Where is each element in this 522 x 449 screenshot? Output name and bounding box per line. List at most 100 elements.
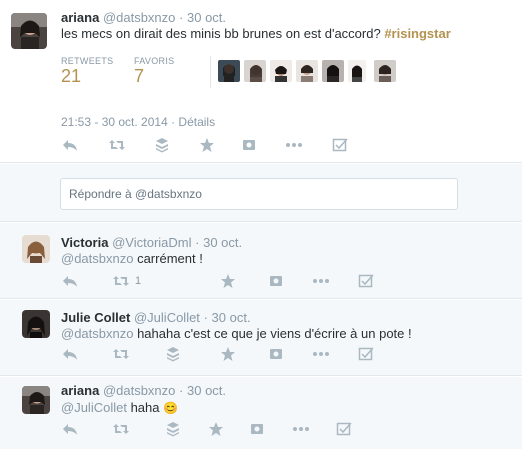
separator-dot: · (179, 383, 184, 398)
checkbox-button[interactable] (358, 346, 374, 362)
favoriter-avatar[interactable] (218, 60, 240, 82)
tweet-date[interactable]: 30 oct. (187, 383, 226, 398)
retweet-button[interactable] (112, 346, 130, 362)
reply-icon (63, 276, 77, 287)
smiley-emoji: 😊 (163, 401, 179, 415)
photo-button[interactable] (242, 137, 256, 153)
more-dots-icon (293, 427, 309, 431)
star-icon (200, 138, 214, 152)
favoriter-avatar[interactable] (296, 60, 318, 82)
image-icon (243, 140, 255, 150)
more-button[interactable] (292, 421, 310, 437)
mention-link[interactable]: @datsbxnzo (61, 251, 133, 266)
checkbox-icon (336, 422, 352, 436)
favoriter-avatar[interactable] (270, 60, 292, 82)
tweet-text-body: hahaha c'est ce que je viens d'écrire à … (133, 326, 412, 341)
photo-button[interactable] (269, 346, 283, 362)
retweet-icon (109, 140, 125, 150)
author-handle[interactable]: @datsbxnzo (103, 10, 175, 25)
retweet-icon (113, 424, 129, 434)
favorite-button[interactable] (220, 346, 236, 362)
more-dots-icon (286, 143, 302, 147)
reply-input[interactable]: Répondre à @datsbxnzo (60, 178, 458, 210)
tweet-date[interactable]: 30 oct. (212, 310, 251, 325)
checkbox-button[interactable] (332, 137, 348, 153)
tweet-header: Julie Collet @JuliCollet · 30 oct. (61, 310, 251, 325)
tweet-header: Victoria @VictoriaDml · 30 oct. (61, 235, 242, 250)
author-handle[interactable]: @datsbxnzo (103, 383, 175, 398)
stack-icon (167, 347, 179, 362)
favorite-button[interactable] (220, 273, 236, 289)
favoriter-avatar[interactable] (244, 60, 266, 82)
more-dots-icon (313, 279, 329, 283)
hashtag-link[interactable]: #risingstar (384, 26, 450, 41)
tweet-date[interactable]: 30 oct. (203, 235, 242, 250)
more-button[interactable] (285, 137, 303, 153)
tweet-text: les mecs on dirait des minis bb brunes o… (61, 26, 451, 41)
more-button[interactable] (312, 273, 330, 289)
favoriter-avatar[interactable] (348, 60, 366, 82)
favorites-count[interactable]: 7 (134, 66, 144, 87)
retweet-button[interactable] (108, 137, 126, 153)
author-name[interactable]: Julie Collet (61, 310, 130, 325)
avatar[interactable] (11, 13, 47, 49)
author-handle[interactable]: @VictoriaDml (112, 235, 191, 250)
avatar[interactable] (22, 235, 50, 263)
reply-icon (63, 349, 77, 360)
avatar[interactable] (22, 386, 50, 414)
checkbox-button[interactable] (358, 273, 374, 289)
separator-dot: · (203, 310, 208, 325)
separator-dot: · (195, 235, 200, 250)
stack-icon (156, 138, 168, 153)
stats-divider (210, 56, 211, 88)
tweet-text-body: carrément ! (133, 251, 203, 266)
checkbox-icon (358, 274, 374, 288)
tweet-header: ariana @datsbxnzo · 30 oct. (61, 10, 226, 25)
star-icon (221, 347, 235, 361)
stack-icon (167, 422, 179, 437)
favorite-button[interactable] (199, 137, 215, 153)
author-name[interactable]: ariana (61, 10, 99, 25)
photo-button[interactable] (250, 421, 264, 437)
reply-composer: Répondre à @datsbxnzo (0, 164, 522, 222)
buffer-button[interactable] (166, 346, 180, 362)
star-icon (209, 422, 223, 436)
separator-dot: · (179, 10, 184, 25)
tweet-timestamp[interactable]: 21:53 - 30 oct. 2014 · Détails (61, 115, 215, 129)
favoriter-avatar[interactable] (322, 60, 344, 82)
retweet-button[interactable] (112, 421, 130, 437)
favoriter-avatar[interactable] (374, 60, 396, 82)
author-name[interactable]: ariana (61, 383, 99, 398)
photo-button[interactable] (269, 273, 283, 289)
retweets-count[interactable]: 21 (61, 66, 81, 87)
tweet-date[interactable]: 30 oct. (187, 10, 226, 25)
retweet-button[interactable]: 1 (112, 273, 141, 289)
reply-button[interactable] (62, 421, 78, 437)
reply-button[interactable] (62, 346, 78, 362)
checkbox-button[interactable] (336, 421, 352, 437)
more-dots-icon (313, 352, 329, 356)
reply-tweet: Julie Collet @JuliCollet · 30 oct. @dats… (0, 300, 522, 376)
reply-tweet: Victoria @VictoriaDml · 30 oct. @datsbxn… (0, 223, 522, 299)
main-tweet: ariana @datsbxnzo · 30 oct. les mecs on … (0, 0, 522, 163)
author-handle[interactable]: @JuliCollet (134, 310, 200, 325)
tweet-header: ariana @datsbxnzo · 30 oct. (61, 383, 226, 398)
retweet-count: 1 (135, 275, 142, 287)
buffer-button[interactable] (166, 421, 180, 437)
reply-button[interactable] (62, 137, 78, 153)
reply-button[interactable] (62, 273, 78, 289)
favorite-button[interactable] (208, 421, 224, 437)
more-button[interactable] (312, 346, 330, 362)
reply-icon (63, 140, 77, 151)
mention-link[interactable]: @datsbxnzo (61, 326, 133, 341)
tweet-text: @datsbxnzo carrément ! (61, 251, 203, 266)
reply-tweet: ariana @datsbxnzo · 30 oct. @JuliCollet … (0, 377, 522, 449)
mention-link[interactable]: @JuliCollet (61, 400, 127, 415)
avatar[interactable] (22, 310, 50, 338)
image-icon (270, 276, 282, 286)
image-icon (270, 349, 282, 359)
buffer-button[interactable] (155, 137, 169, 153)
checkbox-icon (358, 347, 374, 361)
retweets-label: RETWEETS (61, 56, 114, 66)
author-name[interactable]: Victoria (61, 235, 108, 250)
